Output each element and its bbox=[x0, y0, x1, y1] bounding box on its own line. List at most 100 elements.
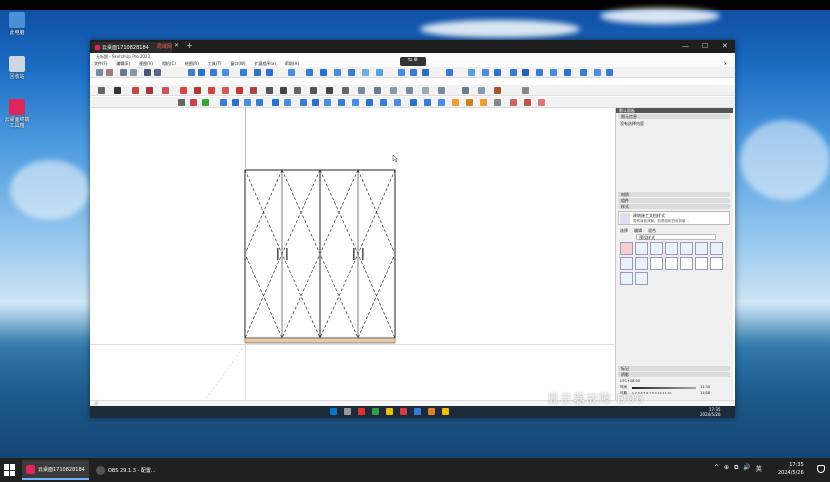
paint-tool-icon[interactable] bbox=[120, 69, 127, 76]
rectangle-tool-icon[interactable] bbox=[188, 69, 195, 76]
shaded-icon[interactable] bbox=[522, 69, 529, 76]
move-red-icon[interactable] bbox=[208, 87, 215, 94]
pushpull-icon[interactable] bbox=[240, 69, 247, 76]
menu-draw[interactable]: 绘图(R) bbox=[185, 60, 199, 67]
delete-icon[interactable] bbox=[190, 99, 197, 106]
menu-file[interactable]: 文件(F) bbox=[94, 60, 107, 67]
zoom-icon[interactable] bbox=[334, 69, 341, 76]
plugin-icon[interactable] bbox=[522, 87, 529, 94]
style-dropdown[interactable]: 预设样式 bbox=[636, 234, 716, 240]
walk-icon[interactable] bbox=[310, 87, 317, 94]
smoove-icon[interactable] bbox=[406, 87, 413, 94]
layer-tool-icon[interactable] bbox=[154, 69, 161, 76]
cabinet-4-icon[interactable] bbox=[338, 99, 345, 106]
show-hidden-icons[interactable]: ^ bbox=[714, 464, 719, 473]
menu-view[interactable]: 视图(V) bbox=[139, 60, 153, 67]
undo-icon[interactable] bbox=[178, 99, 185, 106]
network-icon[interactable]: ⧉ bbox=[734, 464, 738, 473]
section-styles[interactable]: 样式 bbox=[618, 204, 730, 209]
style-swatch[interactable] bbox=[680, 242, 693, 255]
render-icon[interactable] bbox=[452, 99, 459, 106]
layers-icon[interactable] bbox=[256, 99, 263, 106]
cabinet-10-icon[interactable] bbox=[424, 99, 431, 106]
tab-select[interactable]: 选择 bbox=[620, 228, 628, 234]
start-icon[interactable] bbox=[330, 408, 337, 415]
sandbox-contour-icon[interactable] bbox=[374, 87, 381, 94]
style-swatch[interactable] bbox=[620, 272, 633, 285]
shield-icon[interactable]: ⊕ bbox=[724, 464, 729, 473]
cabinet-6-icon[interactable] bbox=[366, 99, 373, 106]
line-tool-icon[interactable] bbox=[198, 69, 205, 76]
scale-icon[interactable] bbox=[236, 87, 243, 94]
folder-icon[interactable] bbox=[386, 408, 393, 415]
minimize-button[interactable]: — bbox=[682, 42, 689, 50]
close-model-icon[interactable]: ✕ bbox=[724, 60, 727, 67]
play-icon[interactable] bbox=[202, 99, 209, 106]
section-shadows[interactable]: 阴影 bbox=[618, 372, 730, 377]
pencil-icon[interactable] bbox=[146, 87, 153, 94]
flip-edge-icon[interactable] bbox=[478, 87, 485, 94]
monochrome-icon[interactable] bbox=[550, 69, 557, 76]
desktop-icon-this-pc[interactable]: 此电脑 bbox=[4, 12, 30, 36]
pan-icon[interactable] bbox=[320, 69, 327, 76]
cube-outline-icon[interactable] bbox=[244, 99, 251, 106]
cabinet-7-icon[interactable] bbox=[380, 99, 387, 106]
rotated-rect-icon[interactable] bbox=[210, 69, 217, 76]
person-icon[interactable] bbox=[510, 99, 517, 106]
style-swatch[interactable] bbox=[620, 257, 633, 270]
detail-icon[interactable] bbox=[462, 87, 469, 94]
menu-tools[interactable]: 工具(T) bbox=[208, 60, 222, 67]
app-icon[interactable] bbox=[358, 408, 365, 415]
sandbox-icon[interactable] bbox=[494, 69, 501, 76]
input-method[interactable]: 英 bbox=[756, 464, 762, 473]
tape-icon[interactable] bbox=[250, 87, 257, 94]
shadow-timezone[interactable]: UTC+08:00 bbox=[620, 379, 640, 383]
component-tool-icon[interactable] bbox=[130, 69, 137, 76]
section-materials[interactable]: 材质 bbox=[618, 192, 730, 197]
look-around-icon[interactable] bbox=[326, 87, 333, 94]
stamp-icon[interactable] bbox=[422, 87, 429, 94]
section-plane-icon[interactable] bbox=[446, 69, 453, 76]
style-swatch[interactable] bbox=[665, 257, 678, 270]
section-icon[interactable] bbox=[358, 87, 365, 94]
desktop-icon-recycle-bin[interactable]: 回收站 bbox=[4, 56, 30, 80]
new-tab-button[interactable]: + bbox=[186, 41, 193, 50]
cabinet-3-icon[interactable] bbox=[324, 99, 331, 106]
settings-icon[interactable] bbox=[494, 99, 501, 106]
eraser-tool-icon[interactable] bbox=[106, 69, 113, 76]
person-3-icon[interactable] bbox=[538, 99, 545, 106]
close-button[interactable]: ✕ bbox=[722, 42, 728, 50]
xray-icon[interactable] bbox=[468, 69, 475, 76]
volume-icon[interactable]: 🔊 bbox=[743, 464, 750, 473]
right-view-icon[interactable] bbox=[410, 69, 417, 76]
wireframe-icon[interactable] bbox=[482, 69, 489, 76]
back-view-icon[interactable] bbox=[422, 69, 429, 76]
solid-icon[interactable] bbox=[510, 69, 517, 76]
taskbar-item-cloud-desktop[interactable]: 云桌面1710828184 bbox=[22, 460, 89, 480]
position-camera-icon[interactable] bbox=[342, 87, 349, 94]
cabinet-icon[interactable] bbox=[300, 99, 307, 106]
drape-icon[interactable] bbox=[438, 87, 445, 94]
menu-help[interactable]: 帮助(H) bbox=[285, 60, 299, 67]
model-viewport[interactable] bbox=[90, 108, 614, 400]
text-icon[interactable] bbox=[280, 87, 287, 94]
shape-icon[interactable] bbox=[180, 87, 187, 94]
person-2-icon[interactable] bbox=[524, 99, 531, 106]
start-button[interactable] bbox=[4, 464, 16, 476]
style-swatch[interactable] bbox=[650, 242, 663, 255]
style-swatch[interactable] bbox=[635, 257, 648, 270]
orbit-icon[interactable] bbox=[306, 69, 313, 76]
wardrobe-model[interactable] bbox=[90, 108, 614, 400]
app-icon[interactable] bbox=[428, 408, 435, 415]
style-swatch[interactable] bbox=[650, 257, 663, 270]
render-3-icon[interactable] bbox=[480, 99, 487, 106]
style-swatch[interactable] bbox=[695, 257, 708, 270]
eraser-icon[interactable] bbox=[132, 87, 139, 94]
search-icon[interactable] bbox=[98, 87, 105, 94]
sketchup-icon[interactable] bbox=[400, 408, 407, 415]
arc-blue-2-icon[interactable] bbox=[284, 99, 291, 106]
axes-icon[interactable] bbox=[294, 87, 301, 94]
iso-view-icon[interactable] bbox=[362, 69, 369, 76]
box-icon[interactable] bbox=[220, 99, 227, 106]
menu-camera[interactable]: 相机(C) bbox=[162, 60, 176, 67]
